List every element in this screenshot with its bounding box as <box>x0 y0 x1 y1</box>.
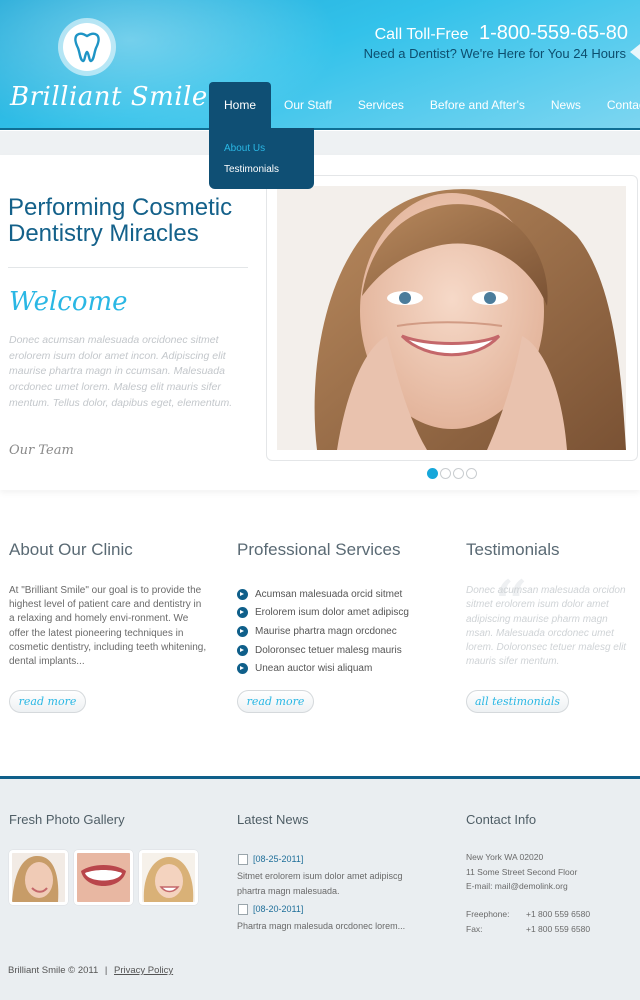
freephone-label: Freephone: <box>466 909 510 919</box>
hero-slider <box>266 175 638 461</box>
logo[interactable] <box>58 18 116 76</box>
hero: Performing Cosmetic Dentistry Miracles W… <box>0 155 640 490</box>
services-section: Professional Services Acumsan malesuada … <box>237 540 409 713</box>
service-label: Erolorem isum dolor amet adipiscg <box>255 607 409 619</box>
testimonials-title: Testimonials <box>466 540 560 559</box>
news-title: Latest News <box>237 812 309 827</box>
service-label: Acumsan malesuada orcid sitmet <box>255 588 403 600</box>
hero-title-line2: Dentistry Miracles <box>8 220 199 247</box>
services-list-item[interactable]: Doloronsec tetuer malesg mauris <box>237 641 409 660</box>
hero-divider <box>8 267 248 268</box>
freephone-number: +1 800 559 6580 <box>526 909 591 919</box>
nav-contacts[interactable]: Contacts <box>594 82 640 128</box>
services-title: Professional Services <box>237 540 401 559</box>
contact-address-2: 11 Some Street Second Floor <box>466 867 578 877</box>
welcome-text: Donec acumsan malesuada orcidonec sitmet… <box>9 334 233 409</box>
hero-band <box>0 131 640 155</box>
fax-label: Fax: <box>466 924 483 934</box>
about-text: At "Brilliant Smile" our goal is to prov… <box>9 585 207 668</box>
news-text-1: Sitmet erolorem isum dolor amet adipiscg… <box>237 871 403 896</box>
arrow-bullet-icon <box>237 625 248 637</box>
services-list-item[interactable]: Acumsan malesuada orcid sitmet <box>237 585 409 604</box>
slider-dot-4[interactable] <box>466 468 477 479</box>
dropdown-about-us[interactable]: About Us <box>224 138 314 159</box>
services-list-item[interactable]: Maurise phartra magn orcdonec <box>237 622 409 641</box>
slider-dot-3[interactable] <box>453 468 464 479</box>
about-section: About Our Clinic At "Brilliant Smile" ou… <box>9 540 206 713</box>
footer: Fresh Photo Gallery Latest News [08-25-2… <box>0 776 640 1000</box>
fax-number: +1 800 559 6580 <box>526 924 591 934</box>
dropdown-testimonials[interactable]: Testimonials <box>224 159 314 180</box>
gallery-thumb-1[interactable] <box>9 850 68 905</box>
arrow-bullet-icon <box>237 607 248 619</box>
contact-email[interactable]: E-mail: mail@demolink.org <box>466 881 568 891</box>
footer-divider <box>0 776 640 779</box>
arrow-bullet-icon <box>237 588 248 600</box>
hero-title: Performing Cosmetic Dentistry Miracles <box>8 195 258 247</box>
copyright-separator: | <box>104 965 108 976</box>
brand-name: Brilliant Smile <box>10 82 208 112</box>
service-label: Unean auctor wisi aliquam <box>255 663 373 675</box>
services-list-item[interactable]: Unean auctor wisi aliquam <box>237 659 409 678</box>
testimonials-section: Testimonials “ Donec acumsan malesuada o… <box>466 540 626 713</box>
service-label: Doloronsec tetuer malesg mauris <box>255 644 402 656</box>
tooth-icon <box>63 23 111 71</box>
welcome-heading: Welcome <box>9 287 128 317</box>
all-testimonials-button[interactable]: all testimonials <box>466 690 569 713</box>
corner-arrow-icon <box>630 44 640 60</box>
service-label: Maurise phartra magn orcdonec <box>255 625 397 637</box>
call-number[interactable]: 1-800-559-65-80 <box>479 22 628 44</box>
slider-dot-1[interactable] <box>427 468 438 479</box>
nav-home[interactable]: Home <box>209 82 272 128</box>
hero-photo <box>277 186 626 450</box>
news-text-2: Phartra magn malesuda orcdonec lorem... <box>237 921 406 931</box>
testimonials-text: Donec acumsan malesuada orcidon sitmet e… <box>466 585 627 668</box>
services-read-more-button[interactable]: read more <box>237 690 314 713</box>
about-read-more-button[interactable]: read more <box>9 690 86 713</box>
services-list-item[interactable]: Erolorem isum dolor amet adipiscg <box>237 604 409 623</box>
document-icon <box>238 854 248 865</box>
news-date-1[interactable]: [08-25-2011] <box>253 854 303 864</box>
services-list: Acumsan malesuada orcid sitmet Erolorem … <box>237 585 409 678</box>
copyright-line: Brilliant Smile © 2011 | Privacy Policy <box>8 965 173 976</box>
tagline: Need a Dentist? We're Here for You 24 Ho… <box>363 46 626 61</box>
gallery-thumb-2[interactable] <box>74 850 133 905</box>
hero-title-line1: Performing Cosmetic <box>8 194 233 221</box>
privacy-policy-link[interactable]: Privacy Policy <box>114 965 173 976</box>
home-dropdown: About Us Testimonials <box>209 128 314 189</box>
slider-dot-2[interactable] <box>440 468 451 479</box>
header-divider <box>0 128 640 130</box>
nav-news[interactable]: News <box>538 82 594 128</box>
copyright-text: Brilliant Smile © 2011 <box>8 965 99 976</box>
nav-before-after[interactable]: Before and After's <box>417 82 538 128</box>
nav-services[interactable]: Services <box>345 82 417 128</box>
news-date-2[interactable]: [08-20-2011] <box>253 904 303 914</box>
slider-dots <box>427 468 477 479</box>
contact-title: Contact Info <box>466 812 537 827</box>
call-line: Call Toll-Free 1-800-559-65-80 <box>375 22 628 45</box>
contact-address-1: New York WA 02020 <box>466 852 544 862</box>
gallery-thumb-3[interactable] <box>139 850 198 905</box>
arrow-bullet-icon <box>237 644 248 656</box>
our-team-link[interactable]: Our Team <box>9 443 74 458</box>
gallery-title: Fresh Photo Gallery <box>9 812 125 827</box>
document-icon <box>238 904 248 915</box>
call-label: Call Toll-Free <box>374 26 469 43</box>
arrow-bullet-icon <box>237 663 248 675</box>
main-nav: Home Our Staff Services Before and After… <box>209 82 640 128</box>
nav-our-staff[interactable]: Our Staff <box>271 82 345 128</box>
about-title: About Our Clinic <box>9 540 133 559</box>
